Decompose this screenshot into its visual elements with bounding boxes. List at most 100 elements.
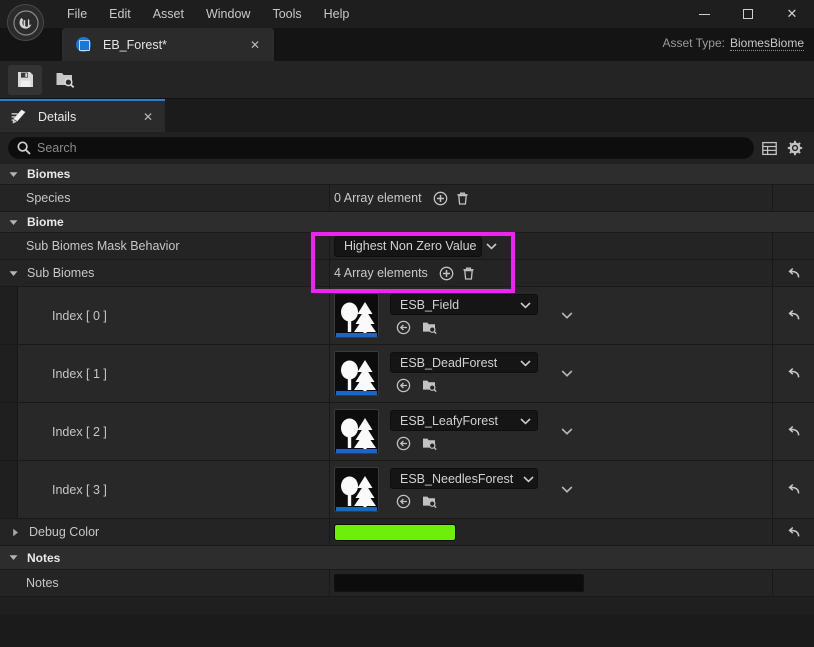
window-controls: ✕: [682, 0, 814, 28]
browse-to-asset-icon[interactable]: [394, 434, 413, 453]
menu-window[interactable]: Window: [195, 4, 261, 24]
property-value-cell: ESB_NeedlesForest: [330, 461, 773, 518]
table-view-icon[interactable]: [758, 137, 780, 159]
search-input[interactable]: [37, 141, 745, 155]
tree-guide: [0, 461, 18, 518]
asset-picker-dropdown[interactable]: ESB_LeafyForest: [390, 410, 538, 431]
settings-gear-icon[interactable]: [784, 137, 806, 159]
asset-tab-eb-forest[interactable]: EB_Forest* ✕: [62, 28, 274, 61]
search-box[interactable]: [8, 137, 754, 159]
asset-type-label: Asset Type:: [662, 36, 724, 51]
close-icon[interactable]: ✕: [143, 110, 153, 124]
category-notes[interactable]: Notes: [0, 546, 814, 570]
minimize-button[interactable]: [682, 0, 726, 28]
index-label: Index [ 1 ]: [52, 367, 107, 381]
reset-cell[interactable]: [773, 260, 814, 286]
tree-guide: [0, 345, 18, 402]
caret-right-icon[interactable]: [11, 528, 20, 537]
panel-tab-row: Details ✕: [0, 99, 814, 132]
property-value-cell: 4 Array elements: [330, 260, 773, 286]
chevron-down-icon: [520, 298, 531, 312]
delete-all-icon[interactable]: [459, 264, 478, 283]
details-pencil-icon: [11, 109, 28, 125]
array-item-row: Index [ 0 ]: [0, 287, 814, 345]
mask-behavior-dropdown[interactable]: Highest Non Zero Value: [334, 236, 482, 257]
asset-thumbnail[interactable]: [334, 351, 379, 396]
chevron-down-icon[interactable]: [557, 306, 577, 326]
chevron-down-icon: [520, 414, 531, 428]
blueprint-asset-icon: [76, 37, 91, 52]
debug-color-label: Debug Color: [29, 525, 99, 539]
browse-to-asset-icon[interactable]: [394, 318, 413, 337]
mask-behavior-label: Sub Biomes Mask Behavior: [26, 239, 180, 253]
property-value-cell: Highest Non Zero Value: [330, 233, 773, 259]
chevron-down-icon[interactable]: [557, 480, 577, 500]
menu-file[interactable]: File: [56, 4, 98, 24]
asset-picker-dropdown[interactable]: ESB_DeadForest: [390, 352, 538, 373]
chevron-down-icon: [523, 472, 534, 486]
browse-to-asset-button[interactable]: [48, 65, 82, 95]
property-value-cell: ESB_Field: [330, 287, 773, 344]
species-array-count: 0 Array element: [334, 191, 422, 205]
array-item-row: Index [ 2 ]: [0, 403, 814, 461]
asset-type-link[interactable]: BiomesBiome: [730, 36, 804, 51]
use-selected-asset-icon[interactable]: [420, 318, 439, 337]
reset-cell[interactable]: [773, 345, 814, 402]
asset-thumbnail[interactable]: [334, 409, 379, 454]
reset-cell[interactable]: [773, 287, 814, 344]
property-name-cell: Index [ 2 ]: [0, 403, 330, 460]
chevron-down-icon[interactable]: [557, 422, 577, 442]
property-name-cell: Index [ 3 ]: [0, 461, 330, 518]
unreal-engine-logo-icon[interactable]: [7, 4, 44, 41]
close-icon[interactable]: ✕: [248, 38, 262, 52]
reset-cell[interactable]: [773, 403, 814, 460]
asset-thumbnail[interactable]: [334, 293, 379, 338]
caret-down-icon: [9, 218, 18, 227]
browse-to-asset-icon[interactable]: [394, 492, 413, 511]
use-selected-asset-icon[interactable]: [420, 434, 439, 453]
category-biomes[interactable]: Biomes: [0, 164, 814, 185]
asset-name: ESB_NeedlesForest: [400, 472, 513, 486]
notes-input[interactable]: [334, 574, 584, 592]
category-biome[interactable]: Biome: [0, 212, 814, 233]
menu-edit[interactable]: Edit: [98, 4, 142, 24]
menu-help[interactable]: Help: [313, 4, 361, 24]
caret-down-icon: [9, 170, 18, 179]
reset-cell[interactable]: [773, 519, 814, 545]
main-menu-bar: File Edit Asset Window Tools Help: [56, 0, 360, 28]
debug-color-swatch[interactable]: [334, 524, 456, 541]
species-label: Species: [26, 191, 70, 205]
delete-all-icon[interactable]: [453, 189, 472, 208]
property-name-cell: Debug Color: [0, 519, 330, 545]
property-row-sub-biomes: Sub Biomes 4 Array elements: [0, 260, 814, 287]
tab-details[interactable]: Details ✕: [0, 99, 165, 132]
menu-asset[interactable]: Asset: [142, 4, 195, 24]
window-footer: [0, 615, 814, 647]
property-value-cell: 0 Array element: [330, 185, 773, 211]
asset-thumbnail[interactable]: [334, 467, 379, 512]
chevron-down-icon[interactable]: [557, 364, 577, 384]
property-value-cell: [330, 519, 773, 545]
close-window-button[interactable]: ✕: [770, 0, 814, 28]
asset-tab-label: EB_Forest*: [103, 38, 248, 52]
use-selected-asset-icon[interactable]: [420, 492, 439, 511]
asset-picker-dropdown[interactable]: ESB_Field: [390, 294, 538, 315]
caret-down-icon[interactable]: [9, 269, 18, 278]
notes-label: Notes: [26, 576, 59, 590]
property-name-cell: Index [ 0 ]: [0, 287, 330, 344]
asset-picker-dropdown[interactable]: ESB_NeedlesForest: [390, 468, 538, 489]
add-element-icon[interactable]: [437, 264, 456, 283]
save-button[interactable]: [8, 65, 42, 95]
category-label: Biomes: [27, 167, 70, 181]
reset-to-default-icon: [786, 266, 801, 281]
array-item-row: Index [ 1 ]: [0, 345, 814, 403]
add-element-icon[interactable]: [431, 189, 450, 208]
menu-tools[interactable]: Tools: [261, 4, 312, 24]
maximize-button[interactable]: [726, 0, 770, 28]
use-selected-asset-icon[interactable]: [420, 376, 439, 395]
browse-to-asset-icon: [55, 70, 76, 89]
reset-cell[interactable]: [773, 461, 814, 518]
reset-to-default-icon: [786, 366, 801, 381]
browse-to-asset-icon[interactable]: [394, 376, 413, 395]
category-label: Notes: [27, 551, 60, 565]
